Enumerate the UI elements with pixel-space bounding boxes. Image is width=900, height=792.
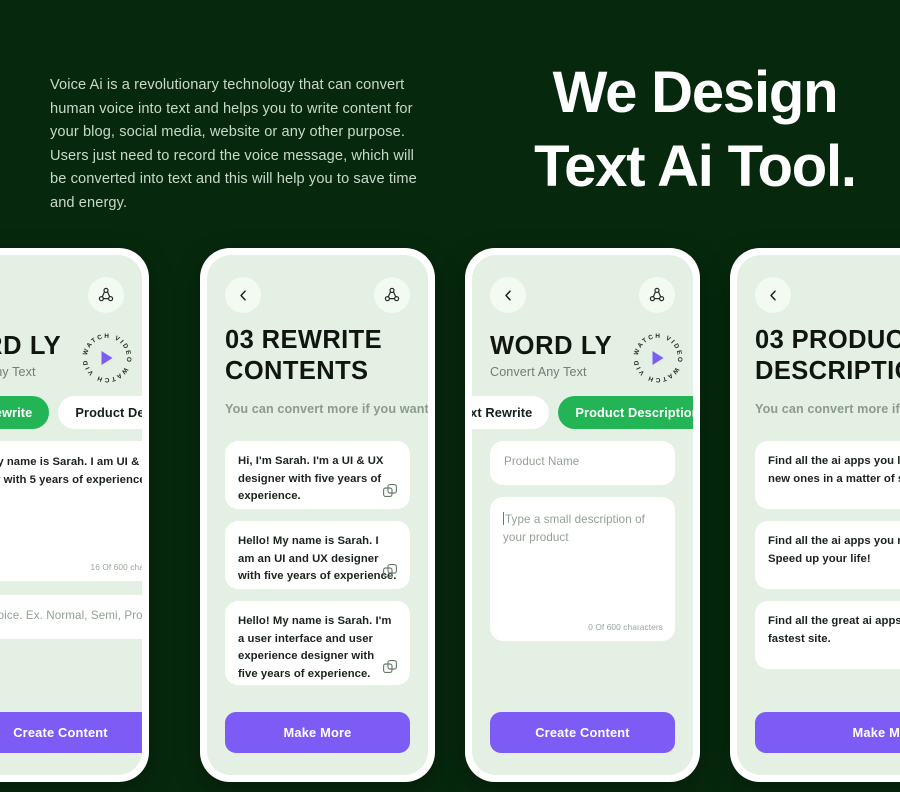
product-description-input-3[interactable]: Type a small description of your product…: [490, 497, 675, 641]
top-bar-1: [0, 277, 142, 313]
result-card-4-1[interactable]: Find all the ai apps you love and discov…: [755, 441, 900, 509]
result-card-2-1[interactable]: Hi, I'm Sarah. I'm a UI & UX designer wi…: [225, 441, 410, 509]
result-text-2-1: Hi, I'm Sarah. I'm a UI & UX designer wi…: [238, 455, 384, 502]
copy-icon[interactable]: [382, 563, 399, 580]
share-icon: [384, 287, 400, 302]
back-button-2[interactable]: [225, 277, 261, 313]
char-counter-1: 16 Of 600 characters: [90, 562, 142, 572]
chevron-left-icon: [239, 289, 246, 301]
voice-style-input-1[interactable]: Type a voice. Ex. Normal, Semi, Pro: [0, 595, 142, 639]
create-content-button-1[interactable]: Create Content: [0, 712, 142, 753]
tab-bar-3: Text Rewrite Product Description Blog Id…: [472, 396, 693, 429]
play-triangle-icon: [652, 351, 664, 365]
tab-product-description-3[interactable]: Product Description: [558, 396, 693, 429]
back-button-4[interactable]: [755, 277, 791, 313]
text-input-panel-1[interactable]: Hello! My name is Sarah. I am UI & UX de…: [0, 441, 142, 581]
result-card-4-3[interactable]: Find all the great ai apps in one place,…: [755, 601, 900, 669]
back-button-3[interactable]: [490, 277, 526, 313]
page-subtitle-4: You can convert more if you want: [755, 402, 900, 416]
top-bar-2: [207, 277, 428, 313]
product-description-placeholder-3: Type a small description of your product: [503, 513, 645, 544]
result-text-2-3: Hello! My name is Sarah. I'm a user inte…: [238, 615, 392, 680]
char-counter-3: 0 Of 600 characters: [588, 622, 663, 632]
chevron-left-icon: [769, 289, 776, 301]
phone-screen-2: 03 REWRITE CONTENTS You can convert more…: [207, 255, 428, 775]
watch-video-badge-1[interactable]: WATCH VIDEO WATCH VIDEO: [80, 331, 134, 385]
result-card-2-3[interactable]: Hello! My name is Sarah. I'm a user inte…: [225, 601, 410, 685]
page-title-4: 03 PRODUCT DESCRIPTION You can convert m…: [755, 325, 900, 425]
page-title-2: 03 REWRITE CONTENTS You can convert more…: [225, 325, 428, 425]
share-button[interactable]: [88, 277, 124, 313]
page-subtitle-2: You can convert more if you want: [225, 402, 428, 416]
hero-title-line-2: Text Ai Tool.: [534, 134, 857, 199]
tab-bar-1: Text Rewrite Product Description: [0, 396, 142, 429]
page-title-line-2-2: CONTENTS: [225, 357, 369, 385]
copy-icon[interactable]: [382, 659, 399, 676]
create-content-button-3[interactable]: Create Content: [490, 712, 675, 753]
hero-title: We Design Text Ai Tool.: [500, 56, 890, 204]
phone-screen-1: WORD LY Convert Any Text WATCH VIDEO WAT…: [0, 255, 142, 775]
hero-paragraph: Voice Ai is a revolutionary technology t…: [50, 77, 417, 211]
play-triangle-icon: [101, 351, 113, 365]
result-text-4-1: Find all the ai apps you love and discov…: [768, 455, 900, 485]
share-icon: [98, 287, 114, 302]
result-text-4-2: Find all the ai apps you need, in one pl…: [768, 535, 900, 565]
result-text-4-3: Find all the great ai apps in one place,…: [768, 615, 900, 645]
phone-screen-3: WORD LY Convert Any Text WATCH VIDEO WAT…: [472, 255, 693, 775]
input-text-1: Hello! My name is Sarah. I am UI & UX de…: [0, 456, 142, 486]
page-title-line-1-4: 03 PRODUCT: [755, 326, 900, 354]
share-icon: [649, 287, 665, 302]
copy-icon[interactable]: [382, 483, 399, 500]
chevron-left-icon: [504, 289, 511, 301]
watch-video-badge-3[interactable]: WATCH VIDEO WATCH VIDEO: [631, 331, 685, 385]
result-text-2-2: Hello! My name is Sarah. I am an UI and …: [238, 535, 397, 582]
phone-mockup-3: WORD LY Convert Any Text WATCH VIDEO WAT…: [465, 248, 700, 782]
top-bar-4: [737, 277, 900, 313]
tab-text-rewrite-1[interactable]: Text Rewrite: [0, 396, 50, 429]
page-title-line-1-2: 03 REWRITE: [225, 326, 383, 354]
phone-mockup-1: WORD LY Convert Any Text WATCH VIDEO WAT…: [0, 248, 149, 782]
product-name-placeholder-3: Product Name: [504, 455, 580, 468]
phone-screen-4: 03 PRODUCT DESCRIPTION You can convert m…: [737, 255, 900, 775]
share-button-3[interactable]: [639, 277, 675, 313]
share-button-2[interactable]: [374, 277, 410, 313]
phone-mockup-2: 03 REWRITE CONTENTS You can convert more…: [200, 248, 435, 782]
hero-title-line-1: We Design: [552, 60, 839, 125]
result-card-2-2[interactable]: Hello! My name is Sarah. I am an UI and …: [225, 521, 410, 589]
product-name-input-3[interactable]: Product Name: [490, 441, 675, 485]
result-card-4-2[interactable]: Find all the ai apps you need, in one pl…: [755, 521, 900, 589]
text-caret: [503, 512, 504, 525]
tab-text-rewrite-3[interactable]: Text Rewrite: [472, 396, 550, 429]
tab-product-description-1[interactable]: Product Description: [58, 396, 142, 429]
phone-mockup-4: 03 PRODUCT DESCRIPTION You can convert m…: [730, 248, 900, 782]
voice-style-placeholder-1: Type a voice. Ex. Normal, Semi, Pro: [0, 609, 142, 622]
make-more-button-4[interactable]: Make More: [755, 712, 900, 753]
page-title-line-2-4: DESCRIPTION: [755, 357, 900, 385]
poster-canvas: Voice Ai is a revolutionary technology t…: [0, 0, 900, 792]
top-bar-3: [472, 277, 693, 313]
make-more-button-2[interactable]: Make More: [225, 712, 410, 753]
